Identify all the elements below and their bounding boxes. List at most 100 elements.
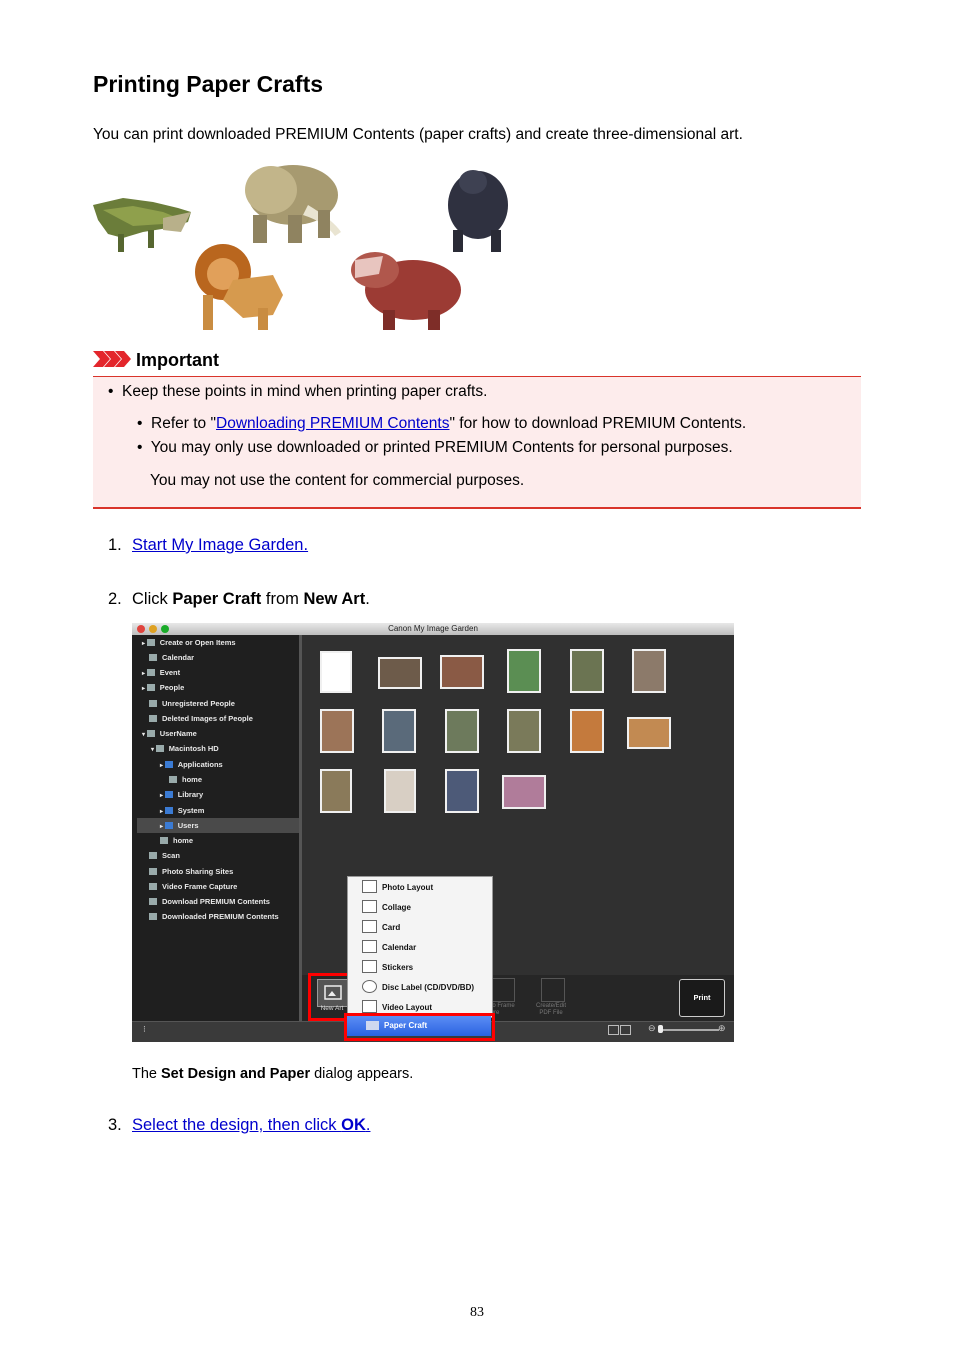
menu-item-card[interactable]: Card [348, 918, 492, 938]
intro-text: You can print downloaded PREMIUM Content… [93, 126, 743, 143]
new-art-menu: Photo Layout Collage Card Calendar Stick… [347, 876, 493, 1018]
folder-icon [164, 791, 173, 798]
person-icon [149, 700, 157, 707]
sidebar-item-photo-sharing-sites[interactable]: Photo Sharing Sites [132, 864, 316, 879]
important-arrows-icon [93, 351, 131, 367]
important-sub-bullet-2: • You may only use downloaded or printed… [137, 439, 733, 456]
hippo-image [351, 252, 461, 330]
sidebar-item-users[interactable]: ▸ Users [137, 818, 315, 833]
important-sub-bullet-1: • Refer to "Downloading PREMIUM Contents… [137, 415, 747, 432]
step-3-number: 3. [108, 1116, 122, 1134]
photo-thumbnail[interactable] [632, 649, 666, 693]
sidebar-item-unregistered-people[interactable]: Unregistered People [132, 696, 316, 711]
photo-thumbnail[interactable] [378, 657, 422, 689]
folder-icon [164, 822, 173, 829]
photo-thumbnail[interactable] [627, 717, 671, 749]
create-icon [146, 639, 155, 646]
photo-thumbnail[interactable] [570, 709, 604, 753]
step-2-number: 2. [108, 590, 122, 608]
select-design-link[interactable]: Select the design, then click OK. [132, 1116, 370, 1135]
sidebar-item-create-or-open-items[interactable]: ▸ Create or Open Items [132, 635, 309, 650]
zoom-out-icon[interactable]: ⊖ [648, 1023, 656, 1034]
sidebar-item-download-premium-contents[interactable]: Download PREMIUM Contents [132, 894, 316, 909]
calendar-icon [362, 940, 377, 953]
sidebar-item-macintosh-hd[interactable]: ▾ Macintosh HD [132, 741, 318, 756]
people-icon [146, 684, 155, 691]
share-icon [149, 868, 157, 875]
photo-thumbnail[interactable] [320, 651, 352, 693]
sidebar-item-system[interactable]: ▸ System [132, 803, 327, 818]
print-button[interactable]: Print [679, 979, 725, 1017]
view-mode-alt-icon[interactable] [620, 1025, 631, 1035]
person-icon [149, 715, 157, 722]
zoom-in-icon[interactable]: ⊕ [718, 1023, 726, 1034]
photo-layout-icon [362, 880, 377, 893]
home-icon [160, 837, 168, 844]
my-image-garden-screenshot: Canon My Image Garden ▸ Create or Open I… [132, 623, 734, 1042]
lion-image [195, 244, 283, 330]
downloading-premium-contents-link[interactable]: Downloading PREMIUM Contents [216, 415, 449, 432]
pdf-file-icon[interactable] [541, 978, 565, 1002]
photo-thumbnail[interactable] [445, 709, 479, 753]
video-layout-icon [362, 1000, 377, 1013]
photo-thumbnail[interactable] [320, 769, 352, 813]
photo-thumbnail[interactable] [440, 655, 484, 689]
sidebar-item-deleted-images-of-people[interactable]: Deleted Images of People [132, 711, 316, 726]
page-number: 83 [470, 1305, 484, 1320]
sidebar-item-scan[interactable]: Scan [132, 848, 316, 863]
menu-item-collage[interactable]: Collage [348, 898, 492, 918]
menu-item-disc-label[interactable]: Disc Label (CD/DVD/BD) [348, 978, 492, 998]
disc-icon [362, 980, 377, 993]
sidebar-item-people[interactable]: ▸ People [132, 680, 309, 695]
sidebar-item-applications[interactable]: ▸ Applications [132, 757, 327, 772]
photo-thumbnail[interactable] [507, 649, 541, 693]
photo-thumbnail[interactable] [445, 769, 479, 813]
home-icon [169, 776, 177, 783]
computer-icon [146, 730, 155, 737]
photo-thumbnail[interactable] [384, 769, 416, 813]
important-bullet: • Keep these points in mind when printin… [108, 383, 488, 400]
folder-icon [164, 761, 173, 768]
sidebar-item-downloaded-premium-contents[interactable]: Downloaded PREMIUM Contents [132, 909, 316, 924]
zoom-slider-handle[interactable] [658, 1025, 663, 1033]
folder-icon [149, 913, 157, 920]
sidebar-item-home-2[interactable]: home [132, 833, 327, 848]
info-icon[interactable]: ⁝ [143, 1024, 146, 1035]
photo-thumbnail[interactable] [502, 775, 546, 809]
collage-icon [362, 900, 377, 913]
important-heading: Important [136, 350, 219, 370]
menu-item-calendar[interactable]: Calendar [348, 938, 492, 958]
important-sub-bullet-2-continued: You may not use the content for commerci… [150, 472, 525, 489]
photo-thumbnail[interactable] [382, 709, 416, 753]
page-title: Printing Paper Crafts [93, 71, 324, 97]
card-icon [362, 920, 377, 933]
event-icon [146, 669, 155, 676]
crocodile-image [93, 198, 191, 252]
menu-item-photo-layout[interactable]: Photo Layout [348, 878, 492, 898]
photo-thumbnail[interactable] [507, 709, 541, 753]
step-2-text: Click Paper Craft from New Art. [132, 590, 370, 608]
download-icon [149, 898, 157, 905]
step-1-number: 1. [108, 536, 122, 554]
drive-icon [155, 745, 164, 752]
sidebar-item-calendar[interactable]: Calendar [132, 650, 316, 665]
step-2-note: The Set Design and Paper dialog appears. [132, 1066, 414, 1082]
film-icon [149, 883, 157, 890]
start-my-image-garden-link[interactable]: Start My Image Garden. [132, 536, 308, 555]
sidebar-item-username[interactable]: ▾ UserName [132, 726, 309, 741]
photo-thumbnail[interactable] [320, 709, 354, 753]
elephant-image [245, 165, 341, 243]
window-title: Canon My Image Garden [388, 624, 478, 633]
paper-craft-animals-image [93, 165, 508, 330]
folder-icon [164, 807, 173, 814]
zoom-slider[interactable] [659, 1029, 719, 1031]
sidebar-item-library[interactable]: ▸ Library [132, 787, 327, 802]
view-mode-icon[interactable] [608, 1025, 619, 1035]
sidebar-item-event[interactable]: ▸ Event [132, 665, 309, 680]
scanner-icon [149, 852, 157, 859]
create-edit-pdf-label: Create/Edit PDF File [536, 1003, 567, 1016]
menu-item-stickers[interactable]: Stickers [348, 958, 492, 978]
sidebar-item-video-frame-capture[interactable]: Video Frame Capture [132, 879, 316, 894]
photo-thumbnail[interactable] [570, 649, 604, 693]
calendar-icon [149, 654, 157, 661]
